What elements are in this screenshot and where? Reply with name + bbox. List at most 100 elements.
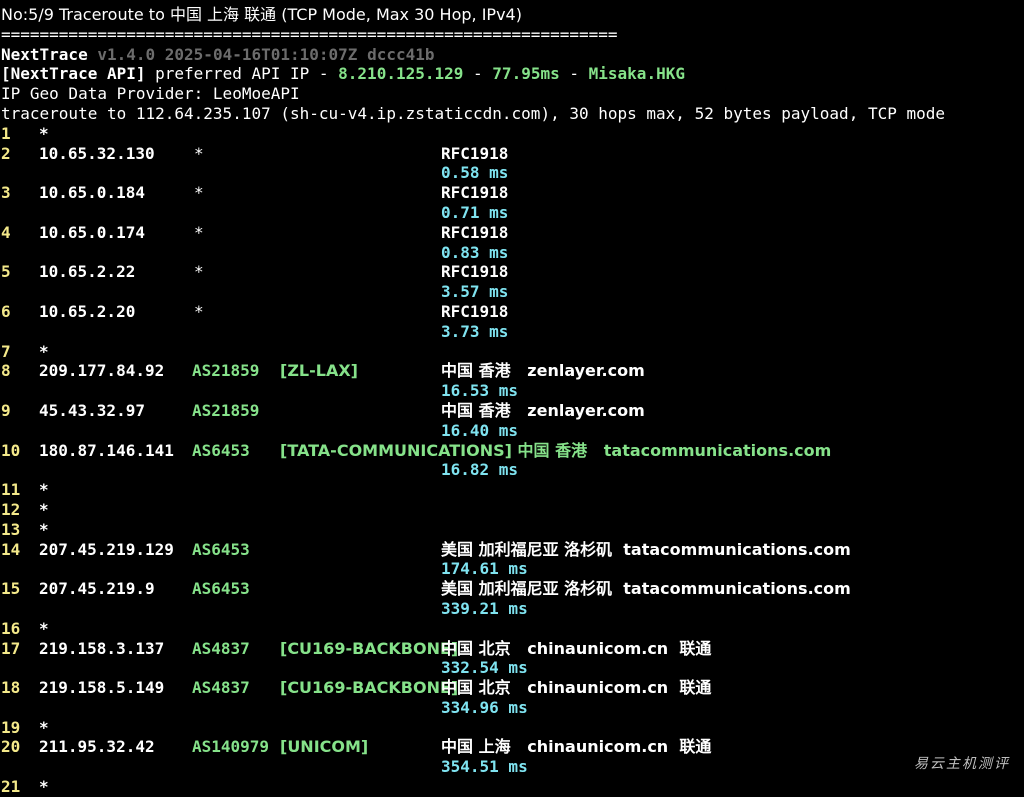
hop-asn: AS21859: [192, 400, 260, 420]
trace-title: No:5/9 Traceroute to 中国 上海 联通 (TCP Mode,…: [1, 5, 522, 24]
hop-number: 20: [1, 737, 21, 757]
latency-row: 334.96 ms: [1, 698, 1021, 718]
hop-ip: 219.158.3.137: [39, 638, 165, 658]
latency-row: 3.57 ms: [1, 282, 1021, 302]
hop-asn: AS140979: [192, 737, 270, 757]
hop-number: 2: [1, 143, 11, 163]
hop-geo: RFC1918: [441, 301, 509, 321]
hop-ip: 45.43.32.97: [39, 400, 145, 420]
hop-ip: 211.95.32.42: [39, 737, 155, 757]
hop-row: 14 207.45.219.129 AS6453 美国 加利福尼亚 洛杉矶 tatac…: [1, 540, 1021, 560]
timeout-star: *: [39, 519, 49, 539]
api-latency: 77.95ms: [492, 64, 560, 84]
timeout-star: *: [39, 123, 49, 143]
hop-row: 15 207.45.219.9 AS6453 美国 加利福尼亚 洛杉矶 tatacom…: [1, 579, 1021, 599]
hop-row: 1 *: [1, 124, 1021, 144]
api-line: [NextTrace API] preferred API IP - 8.210…: [1, 64, 1021, 84]
hop-geo: 美国 加利福尼亚 洛杉矶 tatacommunications.com: [441, 579, 851, 599]
hop-latency: 332.54 ms: [441, 658, 528, 678]
hop-latency: 0.83 ms: [441, 242, 509, 262]
hop-row: 17 219.158.3.137 AS4837 [CU169-BACKBONE] 中国 …: [1, 639, 1021, 659]
hop-geo: RFC1918: [441, 262, 509, 282]
hop-row: 11 *: [1, 480, 1021, 500]
timeout-star: *: [39, 717, 49, 737]
latency-row: 3.73 ms: [1, 322, 1021, 342]
geo-provider-line: IP Geo Data Provider: LeoMoeAPI: [1, 84, 300, 104]
hop-latency: 174.61 ms: [441, 559, 528, 579]
hop-row: 4 10.65.0.174 * RFC1918: [1, 223, 1021, 243]
latency-row: 0.71 ms: [1, 203, 1021, 223]
asn-star: *: [194, 301, 204, 321]
timeout-star: *: [39, 618, 49, 638]
hop-list: 1 * 2 10.65.32.130 * RFC1918 0.58 ms 3 10.65.0.1…: [1, 124, 1021, 797]
hop-row: 8 209.177.84.92 AS21859 [ZL-LAX] 中国 香港 zenla…: [1, 361, 1021, 381]
hop-row: 20 211.95.32.42 AS140979 [UNICOM] 中国 上海 chin…: [1, 737, 1021, 757]
hop-row: 6 10.65.2.20 * RFC1918: [1, 302, 1021, 322]
hop-number: 13: [1, 519, 21, 539]
hop-row: 19 *: [1, 718, 1021, 738]
api-label: [NextTrace API]: [1, 64, 146, 84]
hop-number: 8: [1, 361, 11, 381]
hop-number: 4: [1, 222, 11, 242]
hop-row: 18 219.158.5.149 AS4837 [CU169-BACKBONE] 中国 …: [1, 678, 1021, 698]
hop-geo: 中国 北京 chinaunicom.cn 联通: [441, 638, 712, 658]
hop-ip: 207.45.219.9: [39, 579, 155, 599]
hop-row: 10 180.87.146.141 AS6453 [TATA-COMMUNICATIO…: [1, 441, 1021, 461]
hop-geo: 中国 北京 chinaunicom.cn 联通: [441, 678, 712, 698]
hop-asn: AS6453: [192, 539, 250, 559]
latency-row: 354.51 ms: [1, 757, 1021, 777]
timeout-star: *: [39, 777, 49, 797]
hop-number: 1: [1, 123, 11, 143]
hop-row: 3 10.65.0.184 * RFC1918: [1, 183, 1021, 203]
timeout-star: *: [39, 499, 49, 519]
hop-row: 12 *: [1, 500, 1021, 520]
api-dash: -: [463, 64, 493, 84]
api-node: Misaka.HKG: [588, 64, 685, 84]
hop-latency: 0.71 ms: [441, 202, 509, 222]
hop-tag: [CU169-BACKBONE]: [280, 678, 459, 698]
timeout-star: *: [39, 480, 49, 500]
hop-number: 19: [1, 717, 21, 737]
hop-ip: 10.65.0.184: [39, 183, 145, 203]
hop-number: 10: [1, 440, 21, 460]
hop-latency: 16.40 ms: [441, 420, 519, 440]
latency-row: 339.21 ms: [1, 599, 1021, 619]
hop-ip: 207.45.219.129: [39, 539, 174, 559]
hop-latency: 3.73 ms: [441, 321, 509, 341]
hop-row: 9 45.43.32.97 AS21859 中国 香港 zenlayer.com: [1, 401, 1021, 421]
hop-latency: 0.58 ms: [441, 163, 509, 183]
hop-ip: 10.65.32.130: [39, 143, 155, 163]
hop-tag: [UNICOM]: [280, 737, 369, 757]
hop-ip: 10.65.2.22: [39, 262, 136, 282]
hop-row: 2 10.65.32.130 * RFC1918: [1, 144, 1021, 164]
hop-row: 13 *: [1, 520, 1021, 540]
latency-row: 0.83 ms: [1, 243, 1021, 263]
hop-latency: 3.57 ms: [441, 282, 509, 302]
hop-number: 7: [1, 341, 11, 361]
hop-latency: 16.82 ms: [441, 460, 519, 480]
api-ip: 8.210.125.129: [338, 64, 464, 84]
traceroute-command-line: traceroute to 112.64.235.107 (sh-cu-v4.i…: [1, 103, 946, 123]
hop-geo: 中国 香港 zenlayer.com: [441, 400, 645, 420]
hop-asn: AS6453: [192, 440, 250, 460]
hop-geo: RFC1918: [441, 143, 509, 163]
hop-asn: AS4837: [192, 678, 250, 698]
hop-geo: 美国 加利福尼亚 洛杉矶 tatacommunications.com: [441, 539, 851, 559]
hop-number: 21: [1, 777, 21, 797]
hop-number: 14: [1, 539, 21, 559]
latency-row: 0.58 ms: [1, 163, 1021, 183]
api-dash2: -: [559, 64, 589, 84]
hop-tag: [ZL-LAX]: [280, 361, 358, 381]
hop-asn: AS6453: [192, 579, 250, 599]
latency-row: 16.40 ms: [1, 421, 1021, 441]
hop-number: 16: [1, 618, 21, 638]
hop-tag: [CU169-BACKBONE]: [280, 638, 459, 658]
hop-tag: [TATA-COMMUNICATIONS] 中国 香港 tatacommunic…: [280, 440, 832, 460]
hop-geo: 中国 上海 chinaunicom.cn 联通: [441, 737, 712, 757]
separator-line: ========================================…: [1, 24, 618, 44]
hop-ip: 209.177.84.92: [39, 361, 165, 381]
hop-ip: 10.65.0.174: [39, 222, 145, 242]
hop-number: 9: [1, 400, 11, 420]
latency-row: 332.54 ms: [1, 658, 1021, 678]
api-text: preferred API IP -: [145, 64, 339, 84]
